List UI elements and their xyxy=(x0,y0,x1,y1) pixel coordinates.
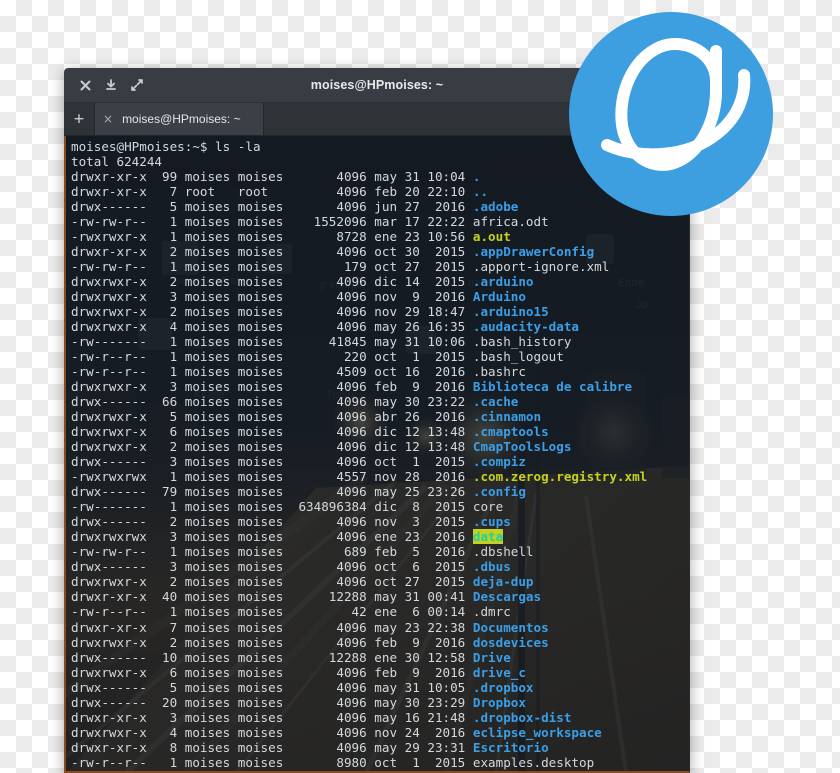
file-row: drwxrwxr-x 2 moises moises 4096 dic 14 2… xyxy=(71,274,534,290)
terminal-output[interactable]: moises@HPmoises:~$ ls -la total 624244 drw… xyxy=(66,136,689,770)
tab-close-icon[interactable]: × xyxy=(103,112,113,126)
file-row: drwxrwxr-x 6 moises moises 4096 dic 12 1… xyxy=(71,424,549,440)
file-row: drwxr-xr-x 2 moises moises 4096 oct 30 2… xyxy=(71,244,595,260)
terminal-body[interactable]: screen_off.sh Kindle Kindle p europa naz… xyxy=(64,136,690,773)
file-row: drwxrwxrwx 3 moises moises 4096 ene 23 2… xyxy=(71,529,504,545)
file-row: drwx------ 3 moises moises 4096 oct 6 20… xyxy=(71,559,511,575)
file-row: drwxr-xr-x 3 moises moises 4096 may 16 2… xyxy=(71,709,572,725)
file-row: drwx------ 10 moises moises 12288 ene 30… xyxy=(71,649,511,665)
file-row: drwx------ 5 moises moises 4096 may 31 1… xyxy=(71,679,534,695)
elementary-os-logo xyxy=(569,12,773,216)
new-tab-button[interactable]: + xyxy=(64,103,94,135)
file-row: drwxrwxr-x 6 moises moises 4096 feb 9 20… xyxy=(71,664,526,680)
file-row: drwx------ 2 moises moises 4096 nov 3 20… xyxy=(71,514,511,530)
file-row: drwx------ 20 moises moises 4096 may 30 … xyxy=(71,694,526,710)
file-row: drwxrwxr-x 2 moises moises 4096 dic 12 1… xyxy=(71,439,572,455)
file-row: -rw-rw-r-- 1 moises moises 689 feb 5 201… xyxy=(71,544,534,560)
file-row: -rw------- 1 moises moises 41845 may 31 … xyxy=(71,334,572,350)
file-row: drwxrwxr-x 4 moises moises 4096 nov 24 2… xyxy=(71,724,602,740)
tab-label: moises@HPmoises: ~ xyxy=(122,112,241,126)
file-row: -rw-r--r-- 1 moises moises 220 oct 1 201… xyxy=(71,349,564,365)
file-row: -rwxrwxrwx 1 moises moises 4557 nov 28 2… xyxy=(71,469,648,485)
file-row: drwx------ 3 moises moises 4096 oct 1 20… xyxy=(71,454,526,470)
file-row: drwx------ 66 moises moises 4096 may 30 … xyxy=(71,394,519,410)
file-row: -rw-r--r-- 1 moises moises 4509 oct 16 2… xyxy=(71,364,526,380)
file-row: -rw-r--r-- 1 moises moises 42 ene 6 00:1… xyxy=(71,604,511,620)
file-row: drwxrwxr-x 3 moises moises 4096 feb 9 20… xyxy=(71,379,633,395)
file-row: drwxrwxr-x 5 moises moises 4096 abr 26 2… xyxy=(71,409,542,425)
file-row: -rw------- 1 moises moises 634896384 dic… xyxy=(71,499,504,515)
file-row: drwxr-xr-x 40 moises moises 12288 may 31… xyxy=(71,589,542,605)
close-icon[interactable] xyxy=(74,74,96,96)
file-row: -rw-r--r-- 1 moises moises 8980 oct 1 20… xyxy=(71,754,595,770)
file-row: drwx------ 79 moises moises 4096 may 25 … xyxy=(71,484,526,500)
tab-moises-home[interactable]: × moises@HPmoises: ~ xyxy=(94,103,264,135)
file-row: drwxrwxr-x 4 moises moises 4096 may 26 1… xyxy=(71,319,580,335)
file-row: drwxr-xr-x 7 moises moises 4096 may 23 2… xyxy=(71,619,549,635)
file-row: drwxrwxr-x 2 moises moises 4096 oct 27 2… xyxy=(71,574,534,590)
file-row: drwxr-xr-x 8 moises moises 4096 may 29 2… xyxy=(71,739,549,755)
screenshot-canvas: moises@HPmoises: ~ + × moises@HPmoises: … xyxy=(0,0,840,773)
minimize-icon[interactable] xyxy=(100,74,122,96)
file-row: -rw-rw-r-- 1 moises moises 179 oct 27 20… xyxy=(71,259,610,275)
file-row: -rwxrwxr-x 1 moises moises 8728 ene 23 1… xyxy=(71,229,511,245)
file-row: drwxrwxr-x 2 moises moises 4096 nov 29 1… xyxy=(71,304,549,320)
file-row: drwxrwxr-x 2 moises moises 4096 feb 9 20… xyxy=(71,634,549,650)
maximize-icon[interactable] xyxy=(126,74,148,96)
file-row: drwxrwxr-x 3 moises moises 4096 nov 9 20… xyxy=(71,289,526,305)
